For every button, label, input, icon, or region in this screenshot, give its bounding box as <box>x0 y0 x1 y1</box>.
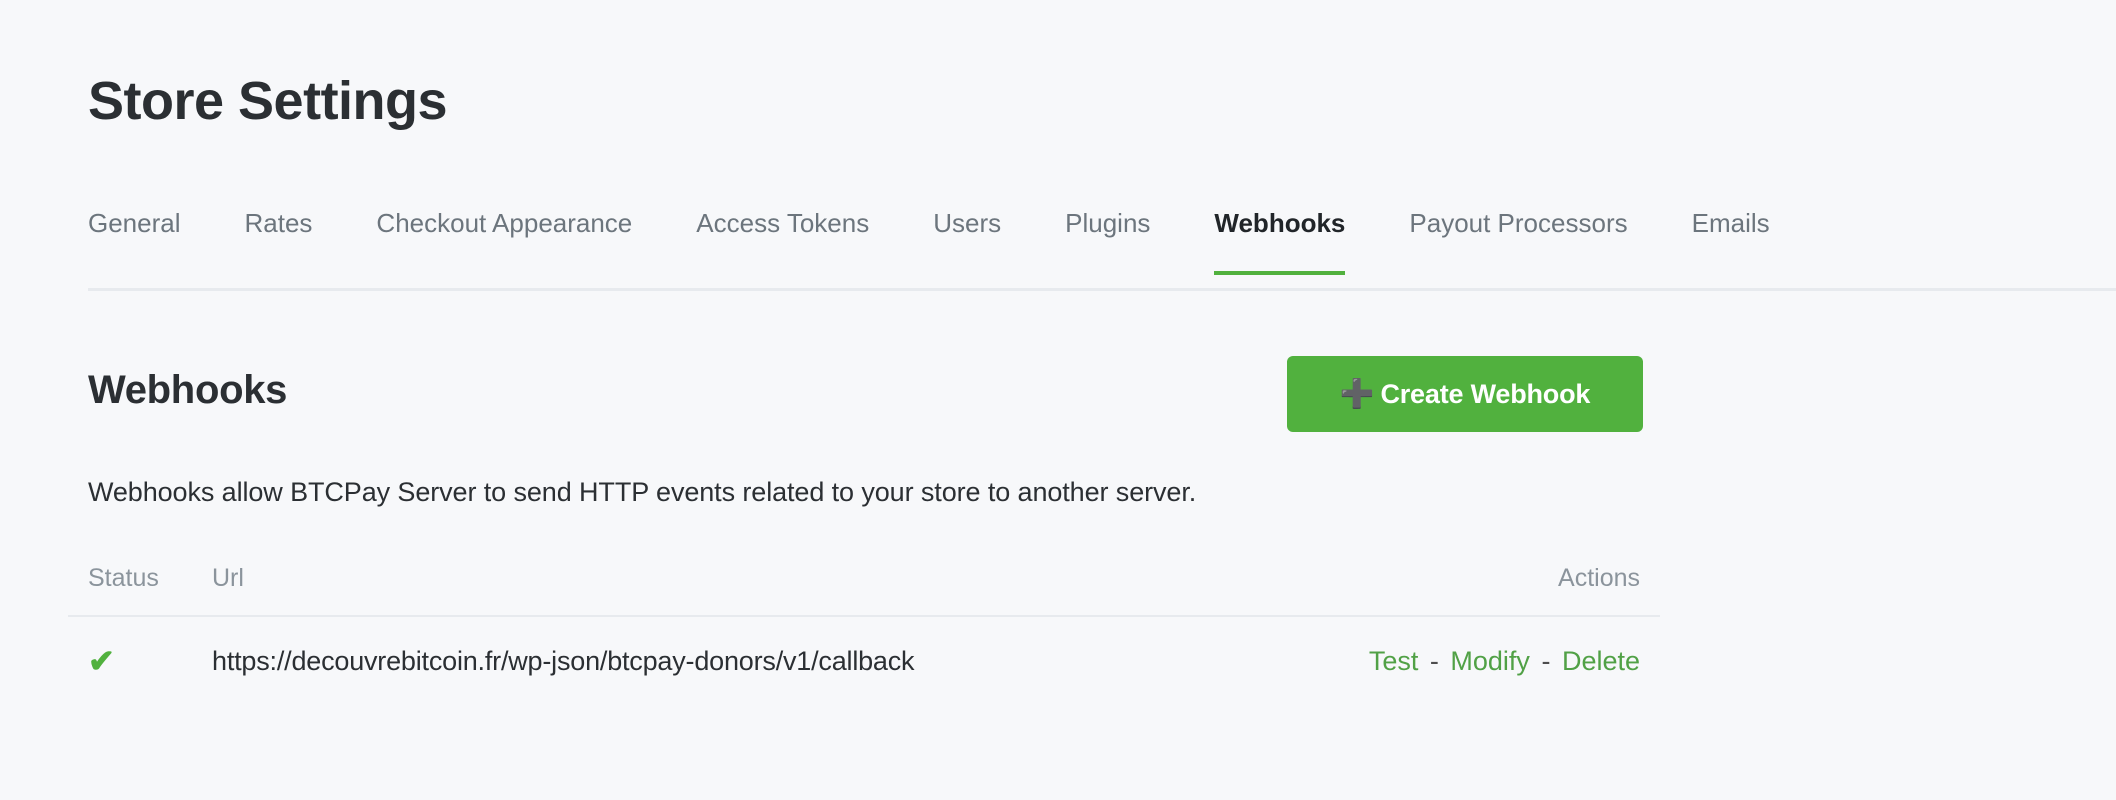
check-icon: ✔ <box>88 643 115 679</box>
tab-webhooks[interactable]: Webhooks <box>1214 208 1345 275</box>
column-header-actions: Actions <box>1300 564 1660 617</box>
webhooks-table-container: Status Url Actions ✔ https://decouvrebit… <box>68 564 1660 678</box>
page-title: Store Settings <box>88 71 448 131</box>
create-webhook-button[interactable]: ➕ Create Webhook <box>1287 356 1643 432</box>
column-header-url: Url <box>212 564 1300 617</box>
webhook-status-cell: ✔ <box>68 616 212 678</box>
tab-plugins[interactable]: Plugins <box>1065 208 1150 275</box>
webhook-url: https://decouvrebitcoin.fr/wp-json/btcpa… <box>212 646 915 676</box>
action-separator: - <box>1541 646 1551 676</box>
tab-general[interactable]: General <box>88 208 181 275</box>
column-header-status: Status <box>68 564 212 617</box>
tab-divider <box>88 288 2116 291</box>
tab-users[interactable]: Users <box>933 208 1001 275</box>
table-row: ✔ https://decouvrebitcoin.fr/wp-json/btc… <box>68 616 1660 678</box>
tab-emails[interactable]: Emails <box>1692 208 1770 275</box>
table-header-row: Status Url Actions <box>68 564 1660 617</box>
table-body: ✔ https://decouvrebitcoin.fr/wp-json/btc… <box>68 616 1660 678</box>
tab-payout-processors[interactable]: Payout Processors <box>1409 208 1627 275</box>
section-heading: Webhooks <box>88 368 288 412</box>
webhooks-description: Webhooks allow BTCPay Server to send HTT… <box>88 477 1197 507</box>
tab-checkout-appearance[interactable]: Checkout Appearance <box>376 208 632 275</box>
webhook-actions-cell: Test - Modify - Delete <box>1300 616 1660 678</box>
delete-webhook-link[interactable]: Delete <box>1562 646 1640 676</box>
settings-tab-nav: General Rates Checkout Appearance Access… <box>88 208 1770 275</box>
tab-access-tokens[interactable]: Access Tokens <box>696 208 869 275</box>
tab-rates[interactable]: Rates <box>245 208 313 275</box>
modify-webhook-link[interactable]: Modify <box>1450 646 1530 676</box>
action-separator: - <box>1429 646 1439 676</box>
plus-icon: ➕ <box>1339 378 1375 409</box>
webhooks-table: Status Url Actions ✔ https://decouvrebit… <box>68 564 1660 678</box>
create-webhook-label: Create Webhook <box>1380 378 1591 409</box>
test-webhook-link[interactable]: Test <box>1369 646 1419 676</box>
table-head: Status Url Actions <box>68 564 1660 617</box>
store-settings-page: Store Settings General Rates Checkout Ap… <box>0 0 2116 800</box>
